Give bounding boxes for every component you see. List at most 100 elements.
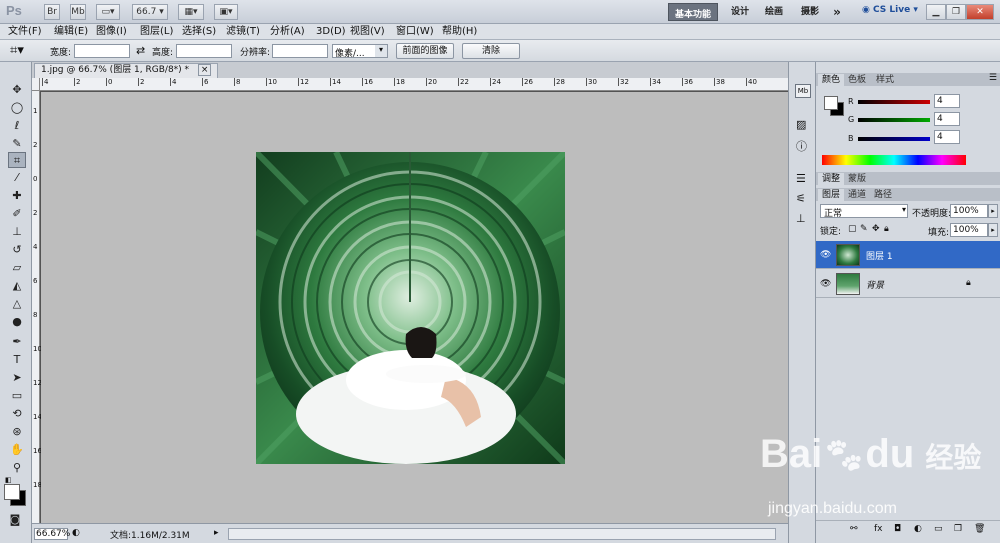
lock-all-icon[interactable]: 🔒︎	[884, 224, 889, 234]
marquee-tool-icon[interactable]: ◯	[8, 100, 26, 116]
red-slider[interactable]	[858, 100, 930, 104]
menu-window[interactable]: 窗口(W)	[396, 25, 434, 39]
color-fg-swatch[interactable]	[824, 96, 838, 110]
tab-paths[interactable]: 路径	[870, 189, 896, 201]
zoom-field[interactable]: 66.67%	[34, 528, 70, 540]
tab-channels[interactable]: 通道	[844, 189, 870, 201]
blur-tool-icon[interactable]: △	[8, 296, 26, 312]
horizontal-scrollbar[interactable]	[228, 528, 776, 540]
path-select-tool-icon[interactable]: ➤	[8, 370, 26, 386]
tab-layers[interactable]: 图层	[818, 189, 845, 201]
minimize-button[interactable]: ▁	[926, 4, 946, 20]
pen-tool-icon[interactable]: ✒	[8, 334, 26, 350]
visibility-eye-icon[interactable]: 👁︎	[820, 250, 831, 260]
width-input[interactable]	[74, 44, 130, 58]
menu-analysis[interactable]: 分析(A)	[270, 25, 305, 39]
canvas-area[interactable]	[41, 92, 788, 523]
view-extras-button[interactable]: ▭▾	[96, 4, 120, 20]
document-tab[interactable]: 1.jpg @ 66.7% (图层 1, RGB/8*) * ×	[34, 63, 219, 78]
delete-layer-icon[interactable]: 🗑︎	[974, 524, 985, 534]
bridge-button[interactable]: Br	[44, 4, 60, 20]
resolution-input[interactable]	[272, 44, 328, 58]
menu-select[interactable]: 选择(S)	[182, 25, 216, 39]
screen-mode-button[interactable]: ▣▾	[214, 4, 238, 20]
menu-filter[interactable]: 滤镜(T)	[226, 25, 260, 39]
layer-style-icon[interactable]: fx	[874, 524, 883, 534]
green-value-input[interactable]: 4	[934, 112, 960, 126]
visibility-eye-icon[interactable]: 👁︎	[820, 279, 831, 289]
status-menu-arrow-icon[interactable]: ▸	[214, 528, 219, 538]
clear-button[interactable]: 清除	[462, 43, 520, 59]
menu-view[interactable]: 视图(V)	[350, 25, 385, 39]
blue-value-input[interactable]: 4	[934, 130, 960, 144]
height-input[interactable]	[176, 44, 232, 58]
quick-select-tool-icon[interactable]: ✎	[8, 136, 26, 152]
color-spectrum-ramp[interactable]	[822, 155, 966, 165]
close-button[interactable]: ✕	[966, 4, 994, 20]
rectangle-tool-icon[interactable]: ▭	[8, 388, 26, 404]
eraser-tool-icon[interactable]: ▱	[8, 260, 26, 276]
tab-swatches[interactable]: 色板	[844, 74, 870, 86]
default-colors-icon[interactable]: ◧	[5, 476, 12, 484]
zoom-tool-icon[interactable]: ⚲	[8, 460, 26, 476]
mini-bridge-button[interactable]: Mb	[70, 4, 86, 20]
paint-bucket-tool-icon[interactable]: ◭	[8, 278, 26, 294]
hand-tool-icon[interactable]: ✋	[8, 442, 26, 458]
move-tool-icon[interactable]: ✥	[8, 82, 26, 98]
3d-orbit-tool-icon[interactable]: ⊛	[8, 424, 26, 440]
history-brush-tool-icon[interactable]: ↺	[8, 242, 26, 258]
ruler-origin[interactable]	[32, 78, 40, 91]
swap-dimensions-icon[interactable]: ⇄	[136, 44, 145, 57]
clone-source-icon[interactable]: ⚟	[796, 192, 806, 205]
lock-transparent-icon[interactable]: ▢	[848, 224, 857, 234]
blue-slider[interactable]	[858, 137, 930, 141]
restore-button[interactable]: ❐	[946, 4, 966, 20]
workspace-photography-button[interactable]: 摄影	[798, 4, 822, 20]
arrange-documents-button[interactable]: ▦▾	[178, 4, 204, 20]
foreground-color-swatch[interactable]	[4, 484, 20, 500]
green-slider[interactable]	[858, 118, 930, 122]
fill-input[interactable]: 100%	[950, 223, 988, 237]
document-image[interactable]	[256, 152, 565, 464]
crop-tool-icon[interactable]: ⌗	[8, 152, 26, 168]
menu-file[interactable]: 文件(F)	[8, 25, 42, 39]
red-value-input[interactable]: 4	[934, 94, 960, 108]
resolution-unit-select[interactable]: 像素/... ▾	[332, 44, 388, 59]
navigator-panel-icon[interactable]: ▨	[796, 118, 806, 131]
tab-color[interactable]: 颜色	[818, 74, 845, 86]
cs-live-button[interactable]: ◉ CS Live ▾	[862, 5, 918, 15]
type-tool-icon[interactable]: T	[8, 352, 26, 368]
panel-menu-icon[interactable]: ☰	[989, 73, 997, 83]
opacity-slider-arrow-icon[interactable]: ▸	[988, 204, 998, 218]
new-group-icon[interactable]: ▭	[934, 524, 943, 534]
opacity-input[interactable]: 100%	[950, 204, 988, 218]
tab-masks[interactable]: 蒙版	[844, 173, 870, 185]
tab-styles[interactable]: 样式	[872, 74, 898, 86]
more-workspaces-button[interactable]: »	[830, 4, 844, 20]
crop-tool-preset-icon[interactable]: ⌗▾	[10, 43, 24, 58]
zoom-level-select[interactable]: 66.7 ▾	[132, 4, 168, 20]
new-layer-icon[interactable]: ❐	[954, 524, 962, 534]
lock-position-icon[interactable]: ✥	[872, 224, 880, 234]
close-document-icon[interactable]: ×	[197, 64, 212, 76]
quick-mask-icon[interactable]: ◙	[6, 512, 24, 528]
link-layers-icon[interactable]: ⚯	[850, 524, 858, 534]
menu-image[interactable]: 图像(I)	[96, 25, 127, 39]
menu-help[interactable]: 帮助(H)	[442, 25, 477, 39]
layer-row-background[interactable]: 👁︎ 背景 🔒︎	[816, 270, 1000, 298]
lasso-tool-icon[interactable]: ℓ	[8, 118, 26, 134]
workspace-essentials-button[interactable]: 基本功能	[668, 3, 718, 21]
menu-layer[interactable]: 图层(L)	[140, 25, 173, 39]
tool-presets-icon[interactable]: ⊥	[796, 212, 806, 225]
eyedropper-tool-icon[interactable]: ⁄	[8, 170, 26, 186]
3d-rotate-tool-icon[interactable]: ⟲	[8, 406, 26, 422]
blend-mode-select[interactable]: 正常 ▾	[820, 204, 908, 219]
brush-presets-icon[interactable]: ☰	[796, 172, 806, 185]
tab-adjustments[interactable]: 调整	[818, 173, 845, 185]
workspace-painting-button[interactable]: 绘画	[762, 4, 786, 20]
menu-3d[interactable]: 3D(D)	[316, 25, 346, 39]
adjustment-layer-icon[interactable]: ◐	[914, 524, 922, 534]
brush-tool-icon[interactable]: ✐	[8, 206, 26, 222]
menu-edit[interactable]: 编辑(E)	[54, 25, 88, 39]
front-image-button[interactable]: 前面的图像	[396, 43, 454, 59]
